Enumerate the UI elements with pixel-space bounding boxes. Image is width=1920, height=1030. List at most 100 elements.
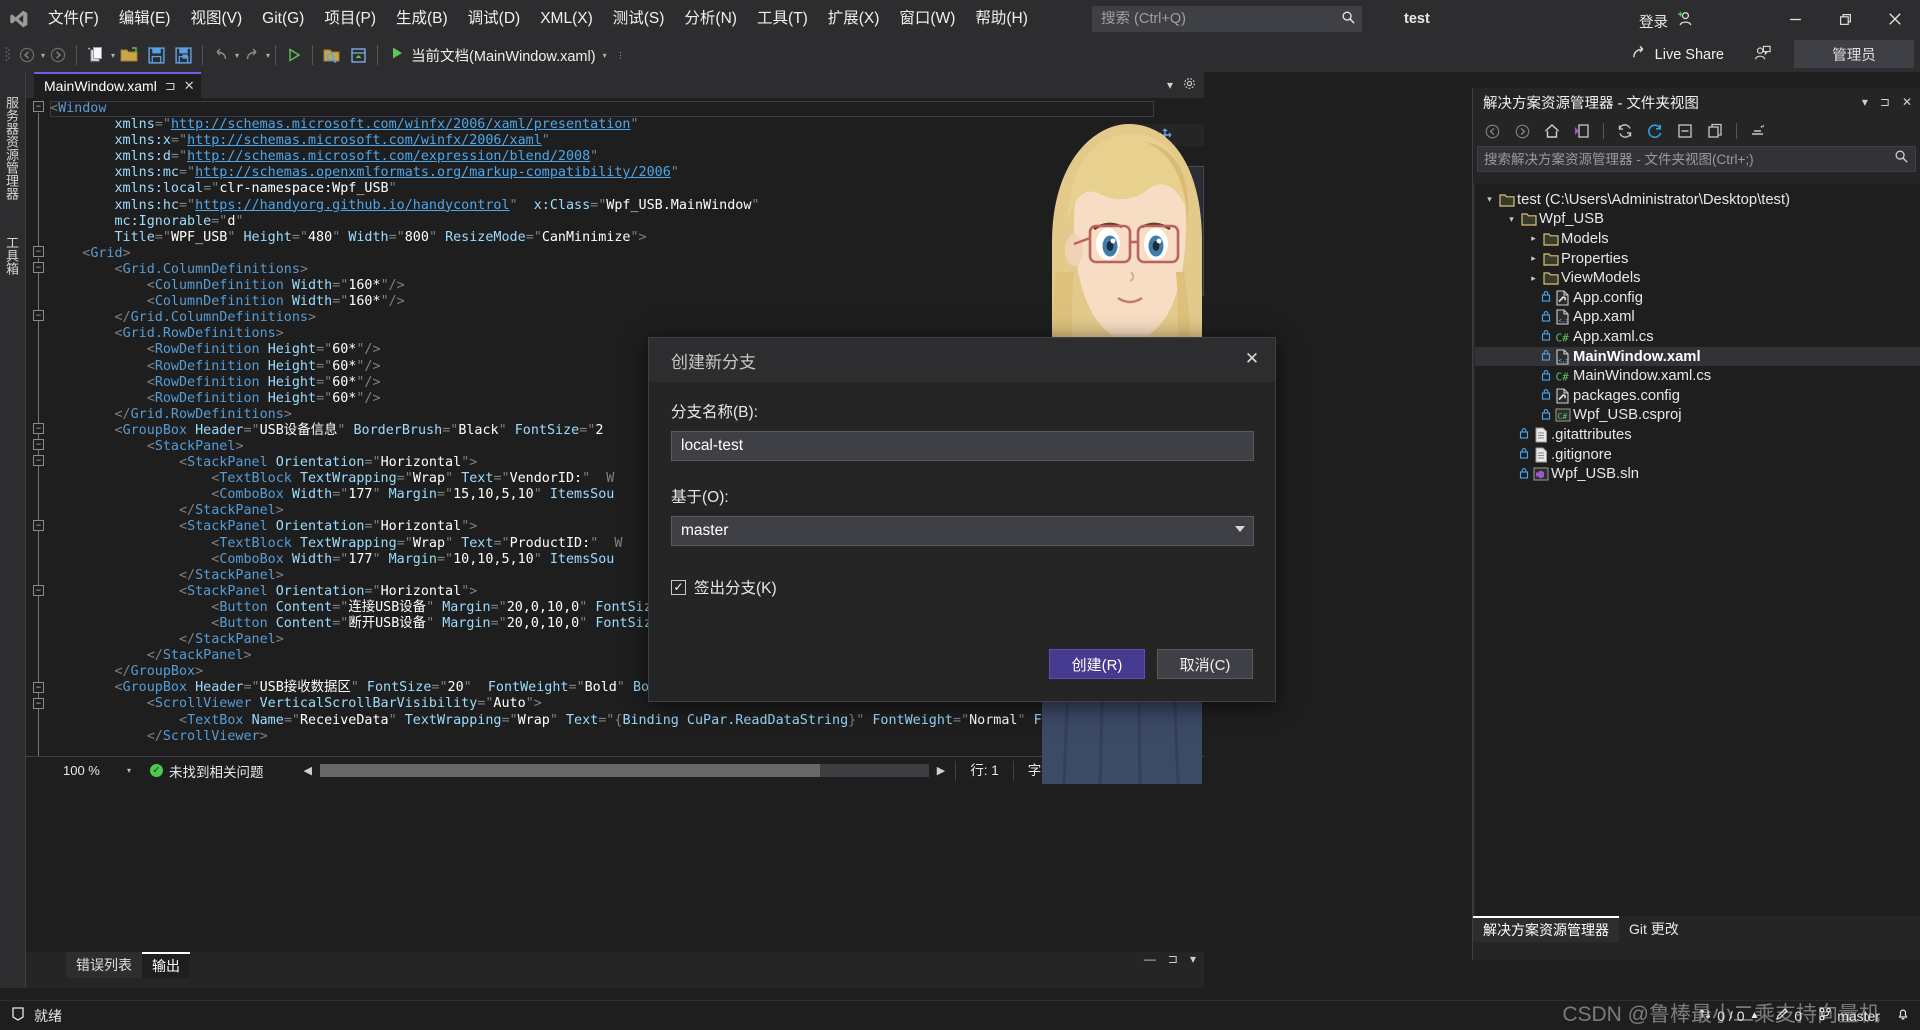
- attach-to-process-button[interactable]: [318, 41, 345, 69]
- tree-node[interactable]: packages.config: [1475, 386, 1920, 406]
- menu-git[interactable]: Git(G): [252, 0, 314, 38]
- scroll-right-icon[interactable]: ▶: [937, 764, 945, 777]
- tab-output[interactable]: 输出: [142, 952, 190, 978]
- tree-node[interactable]: .gitignore: [1475, 445, 1920, 465]
- minimize-button[interactable]: [1770, 0, 1820, 38]
- se-show-all-files-button[interactable]: [1702, 119, 1728, 143]
- new-project-button[interactable]: [82, 41, 110, 69]
- se-forward-button[interactable]: [1509, 119, 1535, 143]
- solution-explorer-search-input[interactable]: [1484, 151, 1894, 167]
- se-switch-views-button[interactable]: [1569, 119, 1595, 143]
- fold-marker[interactable]: −: [33, 101, 44, 112]
- menu-xml[interactable]: XML(X): [530, 0, 603, 38]
- close-pane-icon[interactable]: ▾: [1190, 952, 1196, 966]
- fold-marker[interactable]: −: [33, 682, 44, 693]
- footer-tab-solution-explorer[interactable]: 解决方案资源管理器: [1473, 916, 1619, 942]
- close-tab-icon[interactable]: ✕: [184, 78, 195, 94]
- checkout-branch-checkbox-row[interactable]: ✓ 签出分支(K): [671, 576, 1253, 598]
- toolbar-overflow-icon[interactable]: ⋮: [617, 51, 625, 60]
- document-tab-mainwindow-xaml[interactable]: MainWindow.xaml ⊐ ✕: [34, 72, 201, 98]
- search-input[interactable]: [1093, 11, 1335, 27]
- cancel-button[interactable]: 取消(C): [1157, 649, 1253, 679]
- fold-marker[interactable]: −: [33, 439, 44, 450]
- based-on-combobox[interactable]: master: [671, 516, 1254, 546]
- toolbar-grip[interactable]: [0, 38, 14, 72]
- scroll-left-icon[interactable]: ◀: [304, 764, 312, 777]
- global-search-box[interactable]: [1092, 6, 1362, 32]
- branch-name-input[interactable]: [671, 431, 1254, 461]
- solution-explorer-tree[interactable]: ▾ test (C:\Users\Administrator\Desktop\te…: [1473, 184, 1920, 916]
- menu-test[interactable]: 测试(S): [603, 0, 675, 38]
- tree-node[interactable]: .gitattributes: [1475, 425, 1920, 445]
- menu-window[interactable]: 窗口(W): [889, 0, 965, 38]
- fold-marker[interactable]: −: [33, 246, 44, 257]
- tree-node[interactable]: ▸ Models: [1475, 229, 1920, 249]
- checkout-branch-checkbox[interactable]: ✓: [671, 579, 686, 595]
- pin-icon[interactable]: ⊐: [165, 78, 176, 94]
- pin-pane-icon[interactable]: ⊐: [1168, 952, 1178, 966]
- set-startup-project-button[interactable]: [345, 41, 372, 69]
- menu-analyze[interactable]: 分析(N): [674, 0, 747, 38]
- tree-node[interactable]: ▸ ViewModels: [1475, 268, 1920, 288]
- tree-node[interactable]: C# Wpf_USB.csproj: [1475, 406, 1920, 426]
- se-sync-button[interactable]: [1612, 119, 1638, 143]
- sync-status[interactable]: 0 / 0 ▲: [1698, 1007, 1759, 1024]
- fold-marker[interactable]: −: [33, 698, 44, 709]
- scrollbar-thumb[interactable]: [319, 763, 820, 777]
- tree-twisty-icon[interactable]: ▸: [1527, 233, 1540, 244]
- fold-marker[interactable]: −: [33, 520, 44, 531]
- tree-node[interactable]: <.> App.xaml: [1475, 308, 1920, 328]
- startup-project-selector[interactable]: 当前文档(MainWindow.xaml) ▾: [383, 41, 613, 69]
- undo-button[interactable]: [208, 41, 234, 69]
- tree-node[interactable]: C# App.xaml.cs: [1475, 327, 1920, 347]
- navigate-forward-button[interactable]: [45, 41, 71, 69]
- menu-project[interactable]: 项目(P): [314, 0, 386, 38]
- sign-in-control[interactable]: 登录: [1639, 9, 1694, 33]
- fold-marker[interactable]: −: [33, 585, 44, 596]
- tree-node[interactable]: ▸ Properties: [1475, 249, 1920, 269]
- menu-help[interactable]: 帮助(H): [965, 0, 1038, 38]
- sidebar-tab-server-explorer[interactable]: 服务器资源管理器: [2, 90, 24, 206]
- pin-icon[interactable]: ⊐: [1880, 95, 1890, 109]
- se-collapse-all-button[interactable]: [1672, 119, 1698, 143]
- close-button[interactable]: [1870, 0, 1920, 38]
- footer-tab-git-changes[interactable]: Git 更改: [1619, 916, 1689, 942]
- fold-marker[interactable]: −: [33, 310, 44, 321]
- sidebar-tab-toolbox[interactable]: 工具箱: [2, 230, 24, 281]
- menu-extensions[interactable]: 扩展(X): [818, 0, 890, 38]
- zoom-level-selector[interactable]: 100 % ▾: [58, 760, 136, 781]
- tree-twisty-icon[interactable]: ▸: [1527, 273, 1540, 284]
- tree-twisty-icon[interactable]: ▾: [1483, 194, 1496, 205]
- menu-edit[interactable]: 编辑(E): [109, 0, 181, 38]
- close-icon[interactable]: ✕: [1902, 95, 1912, 109]
- menu-file[interactable]: 文件(F): [38, 0, 109, 38]
- tab-error-list[interactable]: 错误列表: [66, 952, 142, 978]
- restore-button[interactable]: [1820, 0, 1870, 38]
- menu-view[interactable]: 视图(V): [180, 0, 252, 38]
- tree-node[interactable]: Wpf_USB.sln: [1475, 464, 1920, 484]
- tree-twisty-icon[interactable]: ▸: [1527, 253, 1540, 264]
- live-share-button[interactable]: Live Share: [1631, 44, 1724, 65]
- se-back-button[interactable]: [1479, 119, 1505, 143]
- tree-node-selected[interactable]: <.> MainWindow.xaml: [1475, 346, 1920, 367]
- open-file-button[interactable]: [115, 41, 143, 69]
- dialog-close-button[interactable]: ✕: [1235, 344, 1269, 374]
- feedback-person-icon[interactable]: [1753, 44, 1772, 68]
- fold-marker[interactable]: −: [33, 262, 44, 273]
- branch-status[interactable]: master: [1818, 1007, 1880, 1024]
- horizontal-scrollbar[interactable]: ◀ ▶: [300, 763, 950, 779]
- start-debug-outline-button[interactable]: [281, 41, 307, 69]
- menu-build[interactable]: 生成(B): [386, 0, 458, 38]
- save-all-button[interactable]: [170, 41, 197, 69]
- solution-explorer-search[interactable]: [1477, 146, 1916, 172]
- menu-debug[interactable]: 调试(D): [458, 0, 531, 38]
- tree-twisty-icon[interactable]: ▾: [1505, 214, 1518, 225]
- menu-tools[interactable]: 工具(T): [747, 0, 818, 38]
- redo-button[interactable]: [239, 41, 265, 69]
- panel-menu-icon[interactable]: ▾: [1862, 95, 1868, 109]
- fold-marker[interactable]: −: [33, 455, 44, 466]
- tree-node[interactable]: App.config: [1475, 288, 1920, 308]
- save-button[interactable]: [143, 41, 170, 69]
- se-home-button[interactable]: [1539, 119, 1565, 143]
- tree-node[interactable]: C# MainWindow.xaml.cs: [1475, 366, 1920, 386]
